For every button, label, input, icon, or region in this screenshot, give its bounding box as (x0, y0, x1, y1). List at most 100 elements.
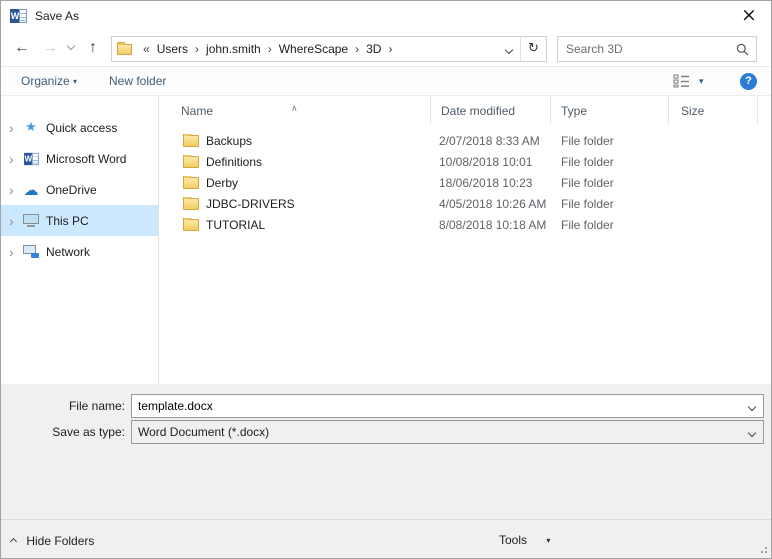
search-box (557, 36, 757, 62)
word-icon-page (19, 9, 27, 23)
tools-label: Tools (499, 533, 527, 547)
address-folder-icon (117, 44, 132, 55)
sidebar-item-microsoft-word[interactable]: › W Microsoft Word (1, 143, 158, 174)
file-rows: Backups 2/07/2018 8:33 AM File folder De… (159, 124, 771, 235)
footer-bar: Hide Folders Tools ▾ Save Cancel (1, 519, 771, 559)
save-as-dialog: W Save As × ← → ↑ « Users › john.smith ›… (0, 0, 772, 559)
file-type: File folder (551, 155, 669, 169)
sidebar-item-onedrive[interactable]: › ☁ OneDrive (1, 174, 158, 205)
dropdown-arrow-icon: ▾ (546, 521, 550, 559)
up-icon: ↑ (89, 39, 97, 56)
column-header-type[interactable]: Type (551, 96, 669, 124)
file-row-backups[interactable]: Backups 2/07/2018 8:33 AM File folder (159, 130, 771, 151)
column-header-spacer (758, 96, 771, 124)
file-row-definitions[interactable]: Definitions 10/08/2018 10:01 File folder (159, 151, 771, 172)
up-button[interactable]: ↑ (80, 31, 106, 66)
file-name: Definitions (206, 155, 262, 169)
chevron-right-icon[interactable]: › (9, 214, 21, 228)
file-name-label: File name: (1, 394, 125, 418)
address-history-button[interactable] (498, 38, 520, 60)
tools-button[interactable]: Tools ▾ (499, 520, 550, 559)
file-date: 4/05/2018 10:26 AM (431, 197, 551, 211)
file-row-tutorial[interactable]: TUTORIAL 8/08/2018 10:18 AM File folder (159, 214, 771, 235)
sidebar-item-quick-access[interactable]: › ★ Quick access (1, 112, 158, 143)
folder-icon (183, 219, 199, 231)
search-icon (736, 43, 749, 56)
chevron-right-icon[interactable]: › (9, 245, 21, 259)
navigation-bar: ← → ↑ « Users › john.smith › WhereScape … (1, 31, 771, 67)
sidebar-item-label: This PC (46, 214, 89, 228)
new-folder-label: New folder (109, 74, 166, 88)
chevron-right-icon[interactable]: › (9, 121, 21, 135)
breadcrumb-item-3d[interactable]: 3D (364, 37, 383, 61)
organize-label: Organize (21, 74, 70, 88)
chevron-down-icon (67, 42, 75, 50)
file-type: File folder (551, 176, 669, 190)
back-icon: ← (14, 39, 30, 56)
save-as-type-select[interactable]: Word Document (*.docx) (131, 420, 764, 444)
sidebar-item-label: Quick access (46, 121, 117, 135)
file-name: Derby (206, 176, 238, 190)
hide-folders-label: Hide Folders (26, 534, 94, 548)
word-icon: W (21, 151, 41, 167)
back-button[interactable]: ← (9, 31, 35, 66)
forward-icon: → (42, 39, 58, 56)
folder-icon (183, 177, 199, 189)
chevron-right-icon[interactable]: › (9, 183, 21, 197)
file-type: File folder (551, 197, 669, 211)
organize-button[interactable]: Organize ▾ (21, 67, 77, 96)
chevron-down-icon (748, 403, 756, 411)
column-header-date-modified[interactable]: Date modified (431, 96, 551, 124)
breadcrumb-item-wherescape[interactable]: WhereScape (277, 37, 350, 61)
new-folder-button[interactable]: New folder (109, 67, 166, 95)
breadcrumb-item-users[interactable]: Users (155, 37, 190, 61)
file-name: JDBC-DRIVERS (206, 197, 295, 211)
sidebar-item-network[interactable]: › Network (1, 236, 158, 267)
column-header-size[interactable]: Size (669, 96, 758, 124)
file-name: TUTORIAL (206, 218, 265, 232)
forward-button[interactable]: → (37, 31, 63, 66)
column-headers: ∧ Name Date modified Type Size (159, 96, 771, 124)
breadcrumb-separator-icon: › (190, 42, 204, 56)
file-name: Backups (206, 134, 252, 148)
close-button[interactable]: × (727, 1, 771, 31)
refresh-button[interactable]: ↻ (521, 37, 546, 61)
chevron-up-icon (11, 520, 16, 559)
breadcrumb-separator-icon: › (383, 42, 397, 56)
sidebar-item-label: Microsoft Word (46, 152, 126, 166)
resize-grip[interactable] (761, 551, 763, 553)
file-date: 18/06/2018 10:23 (431, 176, 551, 190)
file-row-derby[interactable]: Derby 18/06/2018 10:23 File folder (159, 172, 771, 193)
file-date: 2/07/2018 8:33 AM (431, 134, 551, 148)
view-mode-button[interactable]: ▾ (673, 74, 704, 88)
dropdown-arrow-icon: ▾ (699, 76, 704, 87)
chevron-right-icon[interactable]: › (9, 152, 21, 166)
column-header-name[interactable]: ∧ Name (159, 96, 431, 124)
sidebar-item-label: OneDrive (46, 183, 97, 197)
breadcrumb-item-john-smith[interactable]: john.smith (204, 37, 263, 61)
file-name-dropdown-button[interactable] (741, 399, 763, 413)
file-name-input[interactable] (132, 399, 741, 413)
hide-folders-button[interactable]: Hide Folders (11, 520, 94, 559)
search-input[interactable] (558, 42, 736, 56)
folder-icon (183, 135, 199, 147)
address-bar[interactable]: « Users › john.smith › WhereScape › 3D ›… (111, 36, 547, 62)
save-as-type-value: Word Document (*.docx) (132, 421, 741, 443)
file-row-jdbc-drivers[interactable]: JDBC-DRIVERS 4/05/2018 10:26 AM File fol… (159, 193, 771, 214)
recent-locations-button[interactable] (63, 31, 79, 66)
close-icon: × (741, 4, 757, 26)
dropdown-arrow-icon: ▾ (73, 68, 77, 96)
chevron-down-icon (748, 429, 756, 437)
save-as-type-label: Save as type: (1, 420, 125, 444)
folder-icon (183, 156, 199, 168)
breadcrumb-separator-icon: › (263, 42, 277, 56)
folder-icon (183, 198, 199, 210)
file-name-combobox (131, 394, 764, 418)
breadcrumb-separator-icon: › (350, 42, 364, 56)
save-as-type-dropdown-button[interactable] (741, 425, 763, 439)
network-icon (21, 245, 41, 258)
help-button[interactable]: ? (740, 73, 757, 90)
sidebar-item-this-pc[interactable]: › This PC (1, 205, 158, 236)
file-type: File folder (551, 134, 669, 148)
breadcrumb-overflow[interactable]: « (138, 42, 155, 56)
